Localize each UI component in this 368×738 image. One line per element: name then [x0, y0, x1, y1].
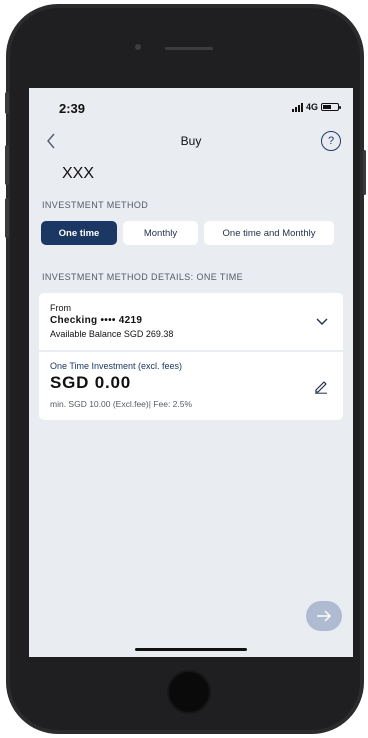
front-camera [135, 44, 141, 50]
arrow-right-icon [317, 610, 331, 622]
status-time: 2:39 [59, 101, 86, 116]
mute-switch [5, 92, 9, 114]
volume-up-button [5, 145, 9, 185]
amount-label: One Time Investment (excl. fees) [50, 361, 183, 371]
network-type: 4G [305, 102, 318, 112]
from-label: From [50, 303, 71, 313]
battery-icon [321, 103, 341, 111]
volume-down-button [5, 198, 9, 238]
navigation-bar: Buy ? [29, 128, 353, 156]
home-indicator [135, 648, 247, 651]
available-balance: Available Balance SGD 269.38 [50, 329, 174, 339]
account-name: Checking •••• 4219 [50, 315, 143, 326]
tab-one-time[interactable]: One time [41, 221, 117, 245]
investment-method-label: INVESTMENT METHOD [42, 200, 149, 210]
tab-one-time-and-monthly[interactable]: One time and Monthly [204, 221, 334, 245]
page-title: Buy [180, 134, 202, 148]
fund-name: XXX [62, 165, 95, 182]
method-details-label: INVESTMENT METHOD DETAILS: ONE TIME [42, 272, 244, 282]
amount-input[interactable]: SGD 0.00 [50, 373, 131, 393]
chevron-down-icon[interactable] [315, 314, 329, 328]
status-indicators: 4G [291, 102, 341, 112]
earpiece-speaker [165, 47, 213, 50]
power-button [363, 150, 366, 195]
home-button[interactable] [167, 670, 211, 714]
question-circle-icon: ? [327, 135, 335, 147]
tab-monthly[interactable]: Monthly [123, 221, 198, 245]
pencil-icon[interactable] [313, 378, 329, 394]
help-button[interactable]: ? [321, 131, 341, 151]
app-screen: 2:39 4G Buy ? XXX INVESTMENT METHOD One … [29, 88, 353, 657]
next-button[interactable] [306, 601, 342, 631]
investment-method-tabs: One time Monthly One time and Monthly [41, 221, 334, 245]
status-bar: 2:39 4G [29, 88, 353, 124]
from-account-selector[interactable]: From Checking •••• 4219 Available Balanc… [39, 293, 343, 350]
amount-note: min. SGD 10.00 (Excl.fee)| Fee: 2.5% [50, 399, 193, 409]
signal-icon [291, 102, 303, 112]
investment-amount-card: One Time Investment (excl. fees) SGD 0.0… [39, 352, 343, 420]
